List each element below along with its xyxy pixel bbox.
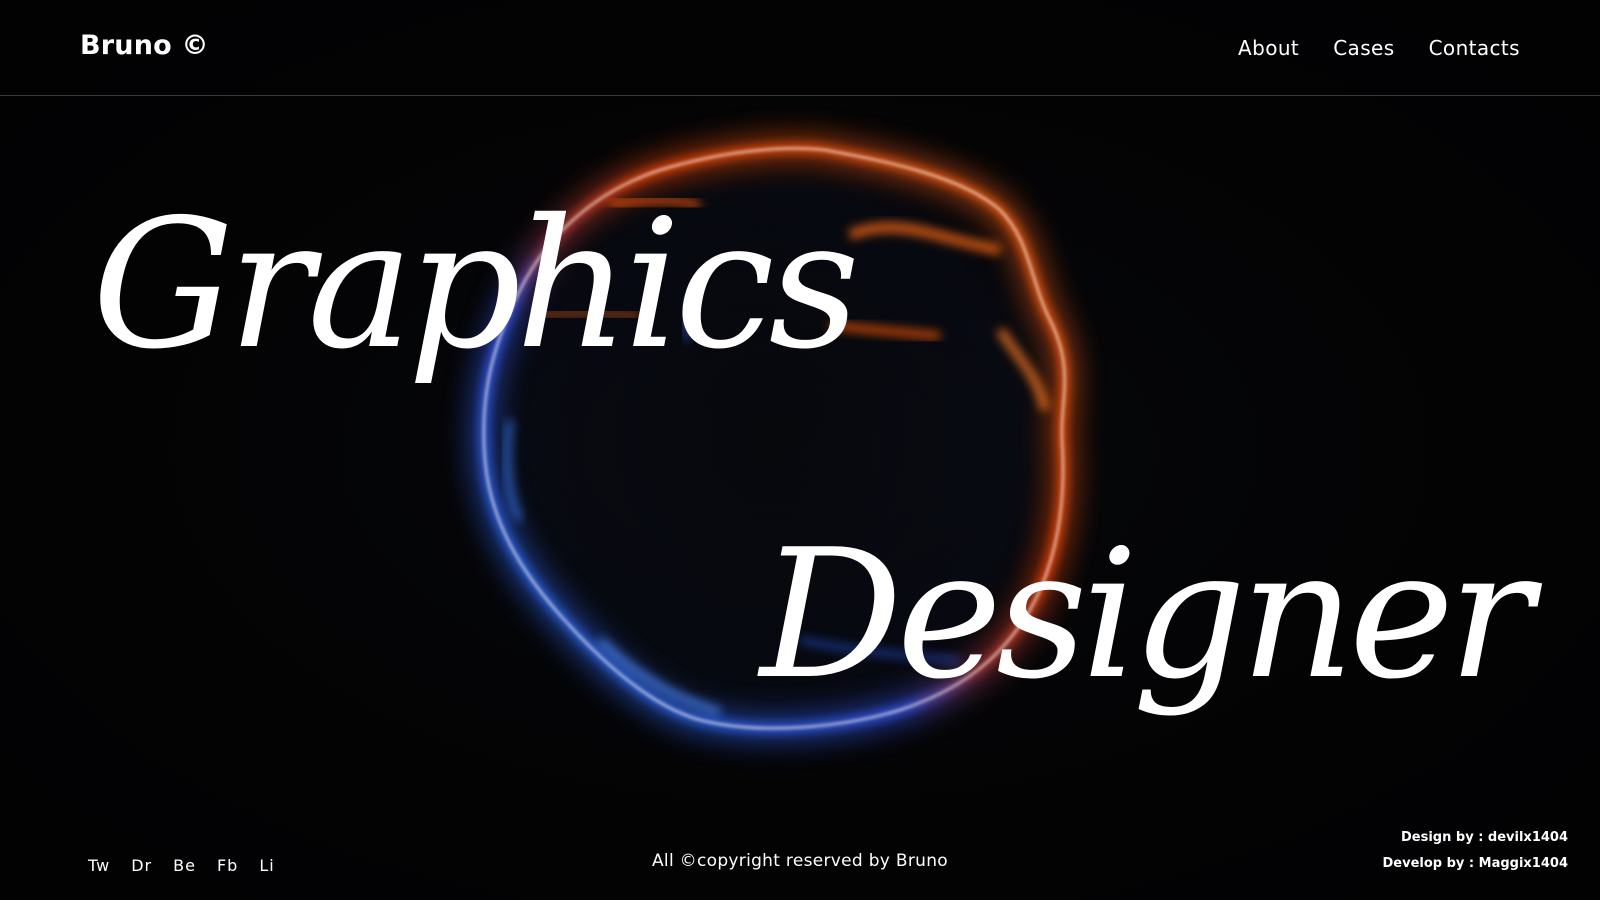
develop-credit: Develop by : Maggix1404 [1382,856,1569,871]
nav-link-about[interactable]: About [1238,36,1299,60]
page: Bruno © About Cases Contacts Graphics De… [0,0,1600,900]
nav-link-contacts[interactable]: Contacts [1429,36,1520,60]
main-nav: About Cases Contacts [1238,36,1520,60]
site-header: Bruno © About Cases Contacts [0,0,1600,96]
site-logo[interactable]: Bruno © [80,30,209,61]
nav-link-cases[interactable]: Cases [1333,36,1394,60]
glowing-ring-graphic [415,80,1135,800]
hero-title-designer: Designer [760,511,1533,718]
hero-title-graphics: Graphics [92,181,860,388]
design-credit: Design by : devilx1404 [1401,830,1568,845]
copyright-text: All ©copyright reserved by Bruno [652,851,948,871]
credits: Design by : devilx1404 Develop by : Magg… [1383,825,1569,877]
